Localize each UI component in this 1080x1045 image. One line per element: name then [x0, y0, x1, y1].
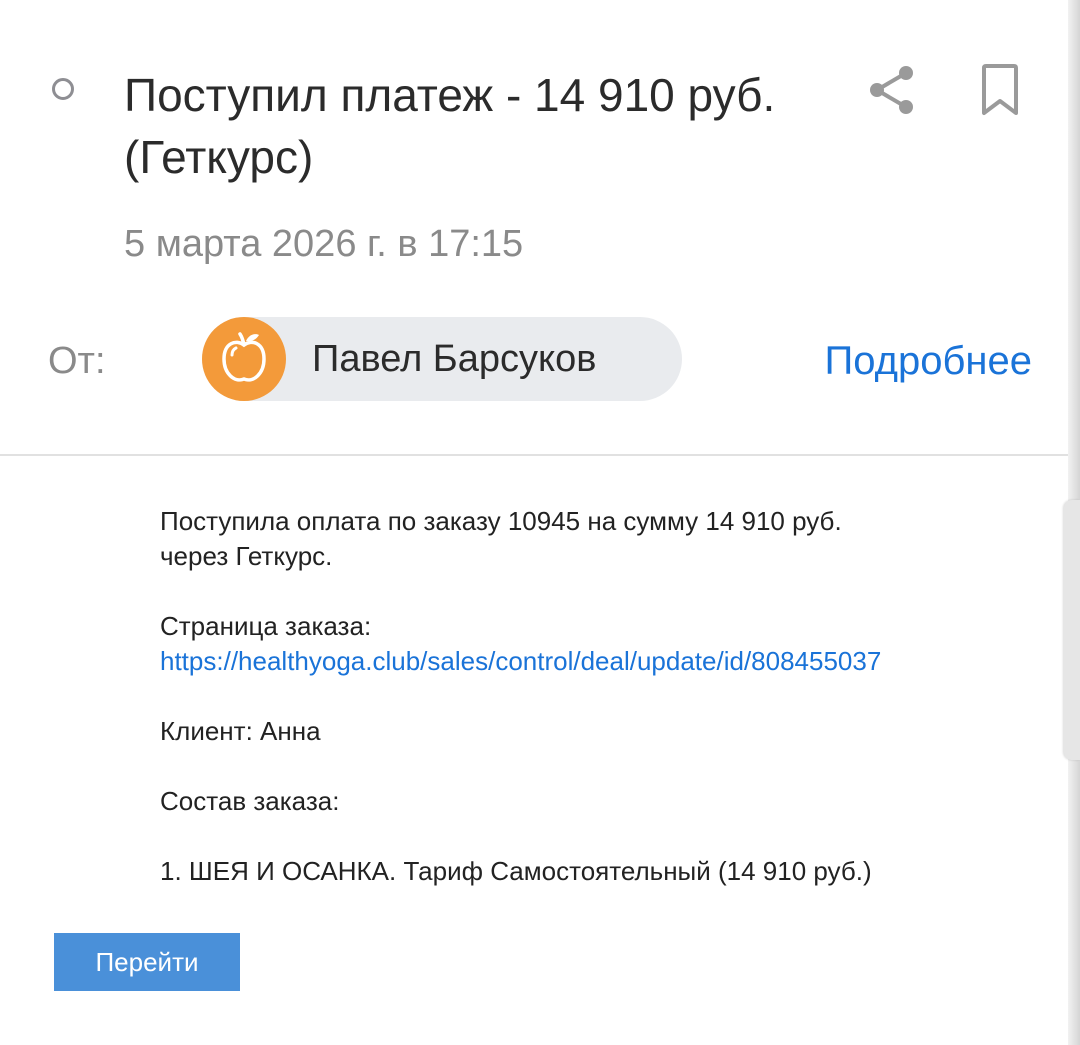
client-line: Клиент: Анна	[160, 716, 321, 746]
scrollbar-thumb[interactable]	[1064, 500, 1080, 760]
message-subject: Поступил платеж - 14 910 руб. (Геткурс)	[124, 69, 776, 183]
order-contents-label: Состав заказа:	[160, 786, 340, 816]
sender-name: Павел Барсуков	[312, 338, 597, 380]
share-button[interactable]	[862, 60, 922, 120]
message-date: 5 марта 2026 г. в 17:15	[124, 223, 524, 265]
share-icon	[870, 66, 913, 114]
sender-avatar	[202, 317, 286, 401]
message-body: Поступила оплата по заказу 10945 на сумм…	[160, 504, 1040, 889]
payment-line-1: Поступила оплата по заказу 10945 на сумм…	[160, 506, 842, 536]
unread-indicator[interactable]	[52, 78, 74, 100]
order-page-link[interactable]: https://healthyoga.club/sales/control/de…	[160, 646, 881, 676]
bookmark-button[interactable]	[970, 60, 1030, 120]
sender-chip[interactable]: Павел Барсуков	[202, 317, 682, 401]
order-item: 1. ШЕЯ И ОСАНКА. Тариф Самостоятельный (…	[160, 856, 872, 886]
order-page-label: Страница заказа:	[160, 611, 372, 641]
apple-icon	[222, 332, 266, 382]
header-divider	[0, 454, 1080, 456]
bookmark-icon	[982, 64, 1018, 115]
payment-line-2: через Геткурс.	[160, 541, 333, 571]
details-link[interactable]: Подробнее	[825, 336, 1032, 386]
from-label: От:	[48, 340, 106, 382]
go-button[interactable]: Перейти	[54, 933, 240, 991]
